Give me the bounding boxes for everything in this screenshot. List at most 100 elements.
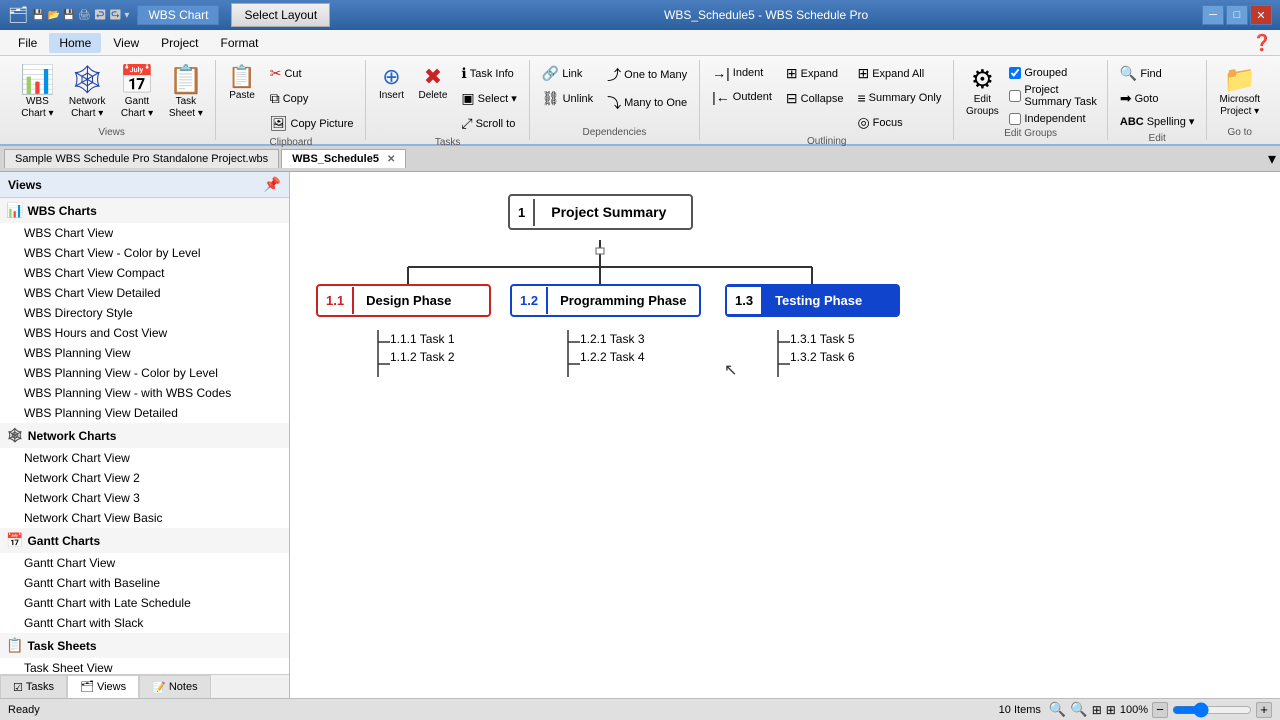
project-summary-checkbox[interactable] (1009, 90, 1021, 102)
many-to-one-icon: ⤵ (607, 93, 621, 113)
wbs5-tab-close[interactable]: ✕ (387, 154, 395, 165)
summary-only-label: Summary Only (869, 92, 942, 104)
zoom-slider[interactable] (1172, 702, 1252, 718)
scroll-to-ribbon-btn[interactable]: ⤢ Scroll to (455, 112, 522, 135)
spelling-ribbon-btn[interactable]: ABC Spelling ▾ (1114, 112, 1201, 131)
copy-picture-ribbon-btn[interactable]: 🖼 Copy Picture (264, 112, 360, 135)
sidebar-item-wbs-color-level[interactable]: WBS Chart View - Color by Level (0, 243, 289, 263)
zoom-in-btn[interactable]: + (1256, 702, 1272, 718)
one-to-many-label: One to Many (624, 69, 687, 81)
sidebar-group-task-sheets[interactable]: 📋 Task Sheets (0, 633, 289, 658)
task-sheets-group-icon: 📋 (6, 637, 23, 654)
menu-project[interactable]: Project (151, 33, 208, 53)
sidebar-item-wbs-hours-cost[interactable]: WBS Hours and Cost View (0, 323, 289, 343)
expand-all-ribbon-btn[interactable]: ⊞ Expand All (851, 62, 947, 85)
testing-task-2: 1.3.2 Task 6 (790, 348, 855, 366)
link-ribbon-btn[interactable]: 🔗 Link (536, 62, 599, 85)
network-chart-ribbon-btn[interactable]: 🕸 NetworkChart ▾ (63, 62, 112, 124)
zoom-icon-right: 🔍 (1070, 701, 1087, 718)
select-layout-btn[interactable]: Select Layout (231, 3, 330, 27)
canvas[interactable]: 1 Project Summary 1.1 Design Phase 1.1.1… (290, 172, 1280, 698)
sidebar-item-task-sheet-view[interactable]: Task Sheet View (0, 658, 289, 674)
sidebar-group-gantt-charts[interactable]: 📅 Gantt Charts (0, 528, 289, 553)
grouped-check[interactable]: Grouped (1006, 66, 1101, 80)
cut-icon: ✂ (270, 65, 282, 82)
wbs-chart-tab[interactable]: WBS Chart (137, 5, 219, 25)
project-summary-task-check[interactable]: Project Summary Task (1006, 83, 1101, 109)
menu-view[interactable]: View (103, 33, 149, 53)
sidebar-item-wbs-planning-color[interactable]: WBS Planning View - Color by Level (0, 363, 289, 383)
notes-sidebar-tab[interactable]: 📝 Notes (139, 675, 210, 698)
collapse-ribbon-btn[interactable]: ⊟ Collapse (780, 87, 850, 110)
gantt-chart-ribbon-btn[interactable]: 📅 GanttChart ▾ (114, 62, 161, 124)
design-phase-node[interactable]: 1.1 Design Phase (316, 284, 491, 317)
sidebar-item-gantt-late[interactable]: Gantt Chart with Late Schedule (0, 593, 289, 613)
close-btn[interactable]: ✕ (1250, 5, 1272, 25)
help-icon[interactable]: ❓ (1252, 33, 1272, 53)
sidebar-item-wbs-compact[interactable]: WBS Chart View Compact (0, 263, 289, 283)
select-ribbon-btn[interactable]: ▣ Select ▾ (455, 87, 522, 110)
sidebar-item-network-view-3[interactable]: Network Chart View 3 (0, 488, 289, 508)
sidebar-item-gantt-view[interactable]: Gantt Chart View (0, 553, 289, 573)
independent-check[interactable]: Independent (1006, 112, 1101, 126)
sidebar-item-gantt-baseline[interactable]: Gantt Chart with Baseline (0, 573, 289, 593)
copy-ribbon-btn[interactable]: ⧉ Copy (264, 87, 360, 110)
sidebar-item-network-basic[interactable]: Network Chart View Basic (0, 508, 289, 528)
unlink-ribbon-btn[interactable]: ⛓ Unlink (536, 87, 599, 110)
programming-phase-node[interactable]: 1.2 Programming Phase (510, 284, 701, 317)
sample-doc-tab[interactable]: Sample WBS Schedule Pro Standalone Proje… (4, 149, 279, 168)
sidebar-pin-btn[interactable]: 📌 (264, 176, 281, 193)
grouped-checkbox[interactable] (1009, 67, 1021, 79)
ms-project-ribbon-btn[interactable]: 📁 MicrosoftProject ▾ (1213, 62, 1266, 122)
delete-ribbon-btn[interactable]: ✖ Delete (412, 62, 453, 106)
menu-format[interactable]: Format (211, 33, 269, 53)
tabs-bar: Sample WBS Schedule Pro Standalone Proje… (0, 146, 1280, 172)
indent-ribbon-btn[interactable]: →| Indent (706, 62, 778, 84)
sidebar-group-wbs-charts[interactable]: 📊 WBS Charts (0, 198, 289, 223)
sidebar-item-wbs-directory[interactable]: WBS Directory Style (0, 303, 289, 323)
wbs-chart-ribbon-btn[interactable]: 📊 WBSChart ▾ (14, 62, 61, 124)
focus-ribbon-btn[interactable]: ◎ Focus (851, 111, 947, 134)
goto-ribbon-btn[interactable]: ➡ Goto (1114, 87, 1201, 110)
sidebar-item-network-view-2[interactable]: Network Chart View 2 (0, 468, 289, 488)
independent-checkbox[interactable] (1009, 113, 1021, 125)
menu-home[interactable]: Home (49, 33, 101, 53)
sidebar-group-network-charts[interactable]: 🕸 Network Charts (0, 423, 289, 448)
tasks-tab-icon: ☑ (13, 681, 23, 694)
menu-file[interactable]: File (8, 33, 47, 53)
sidebar-item-network-view[interactable]: Network Chart View (0, 448, 289, 468)
project-summary-node[interactable]: 1 Project Summary (508, 194, 693, 230)
expand-ribbon-btn[interactable]: ⊞ Expand (780, 62, 850, 85)
tasks-sidebar-tab[interactable]: ☑ Tasks (0, 675, 67, 698)
tabs-dropdown-btn[interactable]: ▾ (1268, 149, 1276, 169)
edit-groups-ribbon-btn[interactable]: ⚙ EditGroups (960, 62, 1004, 122)
delete-icon: ✖ (424, 66, 442, 88)
summary-only-ribbon-btn[interactable]: ≡ Summary Only (851, 87, 947, 109)
status-text: Ready (8, 704, 40, 716)
views-sidebar-tab[interactable]: 🗂 Views (67, 675, 139, 698)
task-sheet-ribbon-btn[interactable]: 📋 TaskSheet ▾ (162, 62, 209, 124)
cut-ribbon-btn[interactable]: ✂ Cut (264, 62, 360, 85)
zoom-out-btn[interactable]: − (1152, 702, 1168, 718)
wbs5-doc-tab[interactable]: WBS_Schedule5 ✕ (281, 149, 406, 168)
sidebar-item-wbs-planning-codes[interactable]: WBS Planning View - with WBS Codes (0, 383, 289, 403)
paste-ribbon-btn[interactable]: 📋 Paste (222, 62, 261, 106)
zoom-percentage: 100% (1120, 704, 1148, 716)
sidebar-item-wbs-detailed[interactable]: WBS Chart View Detailed (0, 283, 289, 303)
sidebar-item-wbs-planning[interactable]: WBS Planning View (0, 343, 289, 363)
sidebar-item-wbs-chart-view[interactable]: WBS Chart View (0, 223, 289, 243)
testing-phase-node[interactable]: 1.3 Testing Phase (725, 284, 900, 317)
one-to-many-ribbon-btn[interactable]: ⤴ One to Many (601, 62, 693, 88)
insert-ribbon-btn[interactable]: ⊕ Insert (372, 62, 410, 106)
many-to-one-ribbon-btn[interactable]: ⤵ Many to One (601, 90, 693, 116)
maximize-btn[interactable]: □ (1226, 5, 1248, 25)
sidebar-item-gantt-slack[interactable]: Gantt Chart with Slack (0, 613, 289, 633)
program-num: 1.2 (512, 287, 548, 314)
cut-label: Cut (284, 68, 301, 80)
task-info-ribbon-btn[interactable]: ℹ Task Info (455, 62, 522, 85)
find-ribbon-btn[interactable]: 🔍 Find (1114, 62, 1201, 85)
outdent-ribbon-btn[interactable]: |← Outdent (706, 86, 778, 108)
gantt-group-icon: 📅 (6, 532, 23, 549)
minimize-btn[interactable]: ─ (1202, 5, 1224, 25)
sidebar-item-wbs-planning-detailed[interactable]: WBS Planning View Detailed (0, 403, 289, 423)
